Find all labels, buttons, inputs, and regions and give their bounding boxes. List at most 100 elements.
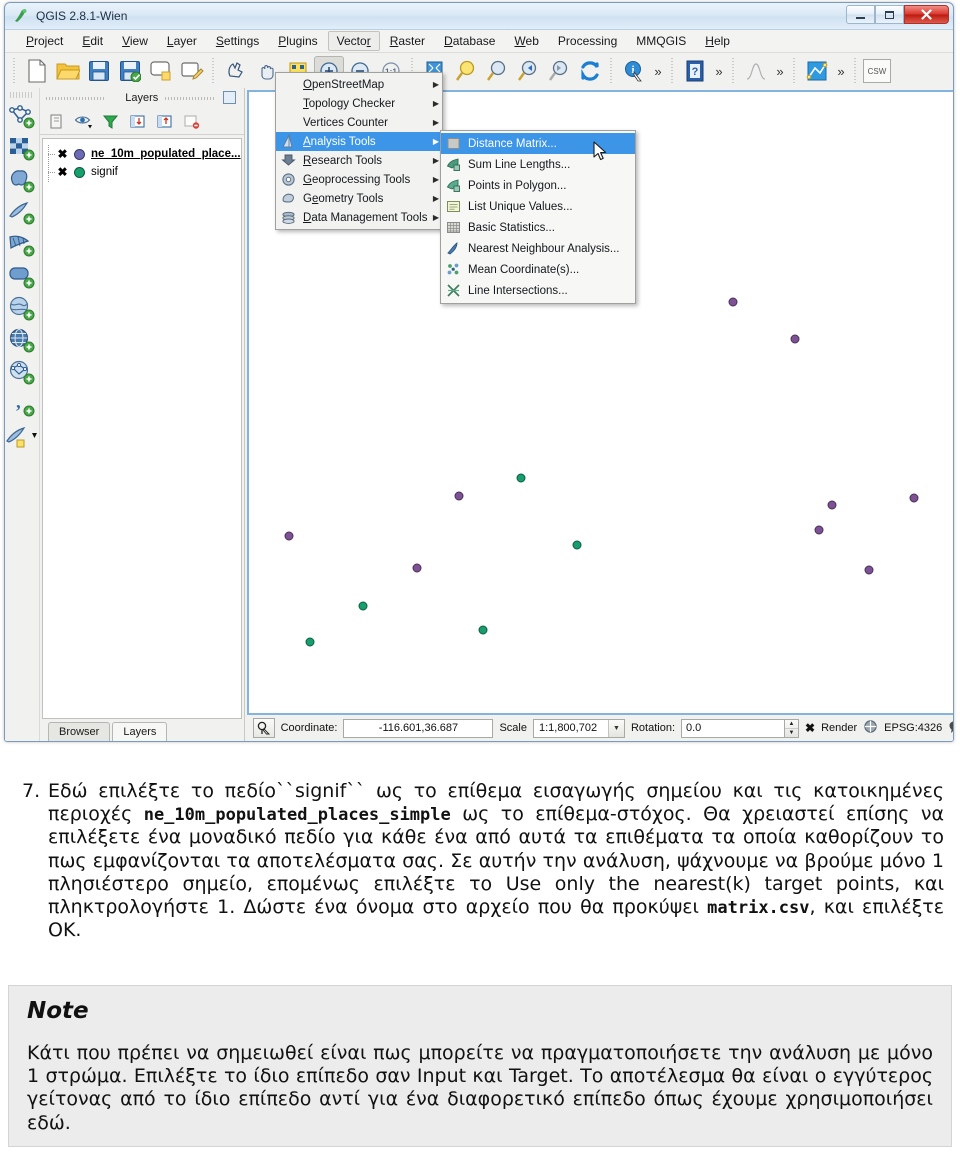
close-button[interactable] <box>904 5 949 24</box>
minimize-button[interactable] <box>846 5 875 24</box>
csw-button[interactable]: CSW <box>863 59 891 83</box>
submenu-item-line-intersections[interactable]: Line Intersections... <box>441 280 635 301</box>
menu-item-topology-checker[interactable]: Topology Checker ▶ <box>276 94 442 113</box>
toolbar-grip-4[interactable] <box>609 58 615 84</box>
zoom-next-icon[interactable] <box>544 56 574 86</box>
remove-layer-icon[interactable] <box>181 111 201 131</box>
rotation-input[interactable]: 0.0 <box>681 718 785 738</box>
menu-mmqgis[interactable]: MMQGIS <box>627 31 695 51</box>
menu-item-research-tools[interactable]: Research Tools ▶ <box>276 151 442 170</box>
expand-all-icon[interactable] <box>127 111 147 131</box>
messages-icon[interactable] <box>948 720 953 737</box>
layer-visibility-checkbox-2[interactable]: ✖ <box>57 165 68 179</box>
gdal-tools-icon[interactable] <box>802 56 832 86</box>
add-wms-layer-icon[interactable] <box>5 294 39 324</box>
toolbar-grip-7[interactable] <box>792 58 798 84</box>
toolbar-grip-2[interactable] <box>211 58 217 84</box>
add-mssql-layer-icon[interactable] <box>5 230 39 260</box>
open-layer-styling-icon[interactable] <box>46 111 66 131</box>
open-project-icon[interactable] <box>53 56 83 86</box>
submenu-item-sum-line-lengths[interactable]: Sum Line Lengths... <box>441 154 635 175</box>
menu-help[interactable]: Help <box>696 31 739 51</box>
submenu-item-basic-statistics[interactable]: Basic Statistics... <box>441 217 635 238</box>
chevron-down-icon[interactable]: ▼ <box>607 719 624 737</box>
menu-raster[interactable]: Raster <box>381 31 434 51</box>
render-checkbox[interactable]: ✖ <box>805 721 815 735</box>
menu-vector[interactable]: Vector <box>327 31 380 51</box>
new-print-composer-icon[interactable] <box>146 56 176 86</box>
add-wcs-layer-icon[interactable] <box>5 326 39 356</box>
scale-combo[interactable]: 1:1,800,702 ▼ <box>532 718 625 738</box>
toolbar-overflow-4[interactable]: » <box>833 64 849 79</box>
submenu-item-nearest-neighbour-analysis[interactable]: Nearest Neighbour Analysis... <box>441 238 635 259</box>
rotation-spinner[interactable]: ▲ ▼ <box>785 718 799 738</box>
add-raster-layer-icon[interactable] <box>5 134 39 164</box>
toolbar-grip[interactable] <box>12 58 18 84</box>
save-project-icon[interactable] <box>84 56 114 86</box>
map-point-purple <box>790 334 800 344</box>
coordinate-input[interactable]: -116.601,36.687 <box>343 718 494 738</box>
add-delimited-text-layer-icon[interactable]: , <box>5 390 39 420</box>
zoom-last-icon[interactable] <box>513 56 543 86</box>
tab-browser[interactable]: Browser <box>48 722 111 741</box>
menu-item-openstreetmap[interactable]: OpenStreetMap ▶ <box>276 75 442 94</box>
menu-plugins[interactable]: Plugins <box>269 31 326 51</box>
new-project-icon[interactable] <box>22 56 52 86</box>
zoom-to-layer-icon[interactable] <box>482 56 512 86</box>
add-vector-layer-icon[interactable] <box>5 102 39 132</box>
toolbar-grip-6[interactable] <box>731 58 737 84</box>
menu-settings[interactable]: Settings <box>207 31 268 51</box>
research-tools-icon <box>280 153 297 169</box>
add-postgis-layer-icon[interactable] <box>5 166 39 196</box>
crs-label[interactable]: EPSG:4326 <box>884 722 942 734</box>
projection-icon[interactable] <box>863 719 878 737</box>
menu-layer[interactable]: Layer <box>158 31 206 51</box>
layer-visibility-checkbox[interactable]: ✖ <box>57 147 68 161</box>
menu-item-label: Topology Checker <box>303 97 396 110</box>
tab-layers[interactable]: Layers <box>112 722 168 741</box>
menu-item-vertices-counter[interactable]: Vertices Counter ▶ <box>276 113 442 132</box>
submenu-item-label: Sum Line Lengths... <box>468 158 571 171</box>
toolbar-overflow-3[interactable]: » <box>772 64 788 79</box>
submenu-item-points-in-polygon[interactable]: Points in Polygon... <box>441 175 635 196</box>
statistics-icon[interactable] <box>741 56 771 86</box>
toolbar-overflow-1[interactable]: » <box>650 64 666 79</box>
menu-edit[interactable]: Edit <box>73 31 112 51</box>
add-oracle-layer-icon[interactable] <box>5 262 39 292</box>
menu-item-geometry-tools[interactable]: Geometry Tools ▶ <box>276 189 442 208</box>
left-toolbar-grip[interactable] <box>10 92 34 98</box>
submenu-item-label: List Unique Values... <box>468 200 573 213</box>
menu-item-data-management-tools[interactable]: Data Management Tools ▶ <box>276 208 442 227</box>
refresh-icon[interactable] <box>575 56 605 86</box>
help-contents-icon[interactable]: ? <box>680 56 710 86</box>
submenu-item-list-unique-values[interactable]: List Unique Values... <box>441 196 635 217</box>
toolbar-grip-5[interactable] <box>670 58 676 84</box>
touch-zoom-icon[interactable] <box>221 56 251 86</box>
menu-project[interactable]: Project <box>17 31 72 51</box>
manage-layer-visibility-icon[interactable] <box>73 111 93 131</box>
menu-item-analysis-tools[interactable]: Analysis Tools ▶ <box>276 132 442 151</box>
add-spatialite-layer-icon[interactable] <box>5 198 39 228</box>
zoom-to-selection-icon[interactable] <box>451 56 481 86</box>
menu-processing[interactable]: Processing <box>549 31 626 51</box>
new-shapefile-layer-icon[interactable] <box>5 422 39 452</box>
composer-manager-icon[interactable] <box>177 56 207 86</box>
menu-item-geoprocessing-tools[interactable]: Geoprocessing Tools ▶ <box>276 170 442 189</box>
identify-features-icon[interactable]: i <box>619 56 649 86</box>
maximize-button[interactable] <box>875 5 904 24</box>
submenu-item-distance-matrix[interactable]: Distance Matrix... <box>441 133 635 154</box>
add-wfs-layer-icon[interactable] <box>5 358 39 388</box>
submenu-item-mean-coordinates[interactable]: Mean Coordinate(s)... <box>441 259 635 280</box>
layer-row-signif[interactable]: ✖ signif <box>43 163 241 181</box>
filter-legend-icon[interactable] <box>100 111 120 131</box>
undock-icon[interactable] <box>222 91 236 104</box>
collapse-all-icon[interactable] <box>154 111 174 131</box>
menu-view[interactable]: View <box>113 31 157 51</box>
save-project-as-icon[interactable] <box>115 56 145 86</box>
toolbar-overflow-2[interactable]: » <box>711 64 727 79</box>
menu-web[interactable]: Web <box>505 31 547 51</box>
layer-row-ne-10m-populated-places[interactable]: ✖ ne_10m_populated_place... <box>43 145 241 163</box>
coordinate-capture-icon[interactable] <box>252 718 275 738</box>
toolbar-grip-8[interactable] <box>853 58 859 84</box>
menu-database[interactable]: Database <box>435 31 504 51</box>
